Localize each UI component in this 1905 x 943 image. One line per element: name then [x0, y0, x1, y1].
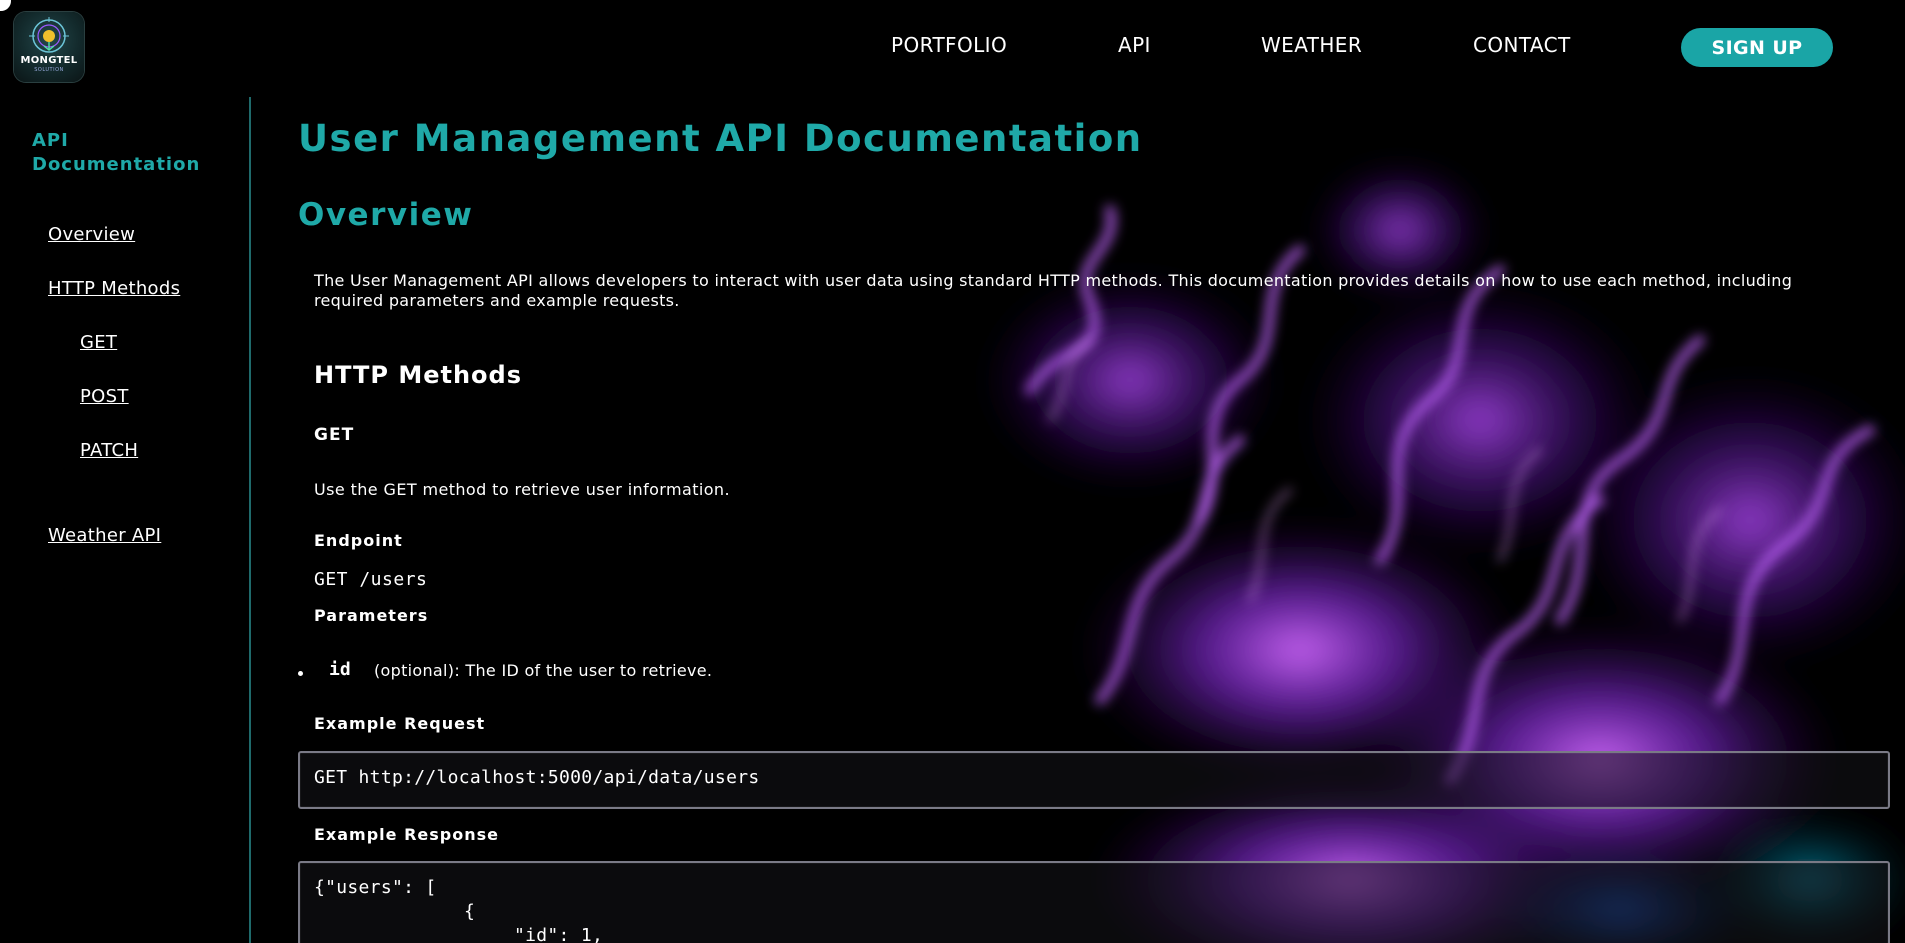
sidebar-link-get[interactable]: GET: [80, 332, 117, 353]
code-line: {: [464, 901, 476, 922]
logo-text: MONGTEL: [20, 55, 78, 66]
http-methods-heading: HTTP Methods: [314, 361, 522, 389]
param-description: (optional): The ID of the user to retrie…: [374, 661, 713, 680]
endpoint-value: GET /users: [314, 569, 428, 590]
code-line: GET http://localhost:5000/api/data/users: [314, 767, 760, 788]
sign-up-button[interactable]: SIGN UP: [1681, 28, 1833, 67]
sidebar-link-weather-api[interactable]: Weather API: [48, 525, 161, 546]
logo-subtext: SOLUTION: [34, 67, 64, 73]
sidebar-link-post[interactable]: POST: [80, 386, 129, 407]
overview-heading: Overview: [298, 197, 474, 233]
docs-content: User Management API Documentation Overvi…: [298, 97, 1890, 943]
overview-paragraph: The User Management API allows developer…: [314, 271, 1793, 310]
sidebar-link-overview[interactable]: Overview: [48, 224, 135, 245]
endpoint-label: Endpoint: [314, 531, 403, 550]
parameters-label: Parameters: [314, 606, 429, 625]
nav-portfolio[interactable]: PORTFOLIO: [891, 33, 1007, 61]
nav-contact[interactable]: CONTACT: [1473, 33, 1571, 61]
example-response-codeblock[interactable]: {"users": [ { "id": 1,: [298, 861, 1890, 943]
top-navbar: MONGTEL SOLUTION PORTFOLIO API WEATHER C…: [0, 0, 1905, 95]
example-request-codeblock[interactable]: GET http://localhost:5000/api/data/users: [298, 751, 1890, 809]
code-line: {"users": [: [314, 877, 437, 898]
list-bullet: [298, 671, 303, 676]
docs-sidebar: API Documentation Overview HTTP Methods …: [0, 97, 251, 943]
code-line: "id": 1,: [514, 925, 604, 943]
page-title: User Management API Documentation: [298, 117, 1143, 160]
page: MONGTEL SOLUTION PORTFOLIO API WEATHER C…: [0, 0, 1905, 943]
param-name: id: [329, 659, 351, 680]
get-description: Use the GET method to retrieve user info…: [314, 480, 730, 499]
sidebar-title: API Documentation: [32, 130, 201, 175]
sidebar-link-patch[interactable]: PATCH: [80, 440, 138, 461]
nav-api[interactable]: API: [1118, 33, 1151, 61]
nav-weather[interactable]: WEATHER: [1261, 33, 1362, 61]
example-request-label: Example Request: [314, 714, 486, 733]
get-heading: GET: [314, 425, 355, 445]
brand-logo[interactable]: MONGTEL SOLUTION: [14, 12, 84, 82]
sidebar-link-http-methods[interactable]: HTTP Methods: [48, 278, 180, 299]
example-response-label: Example Response: [314, 825, 499, 844]
